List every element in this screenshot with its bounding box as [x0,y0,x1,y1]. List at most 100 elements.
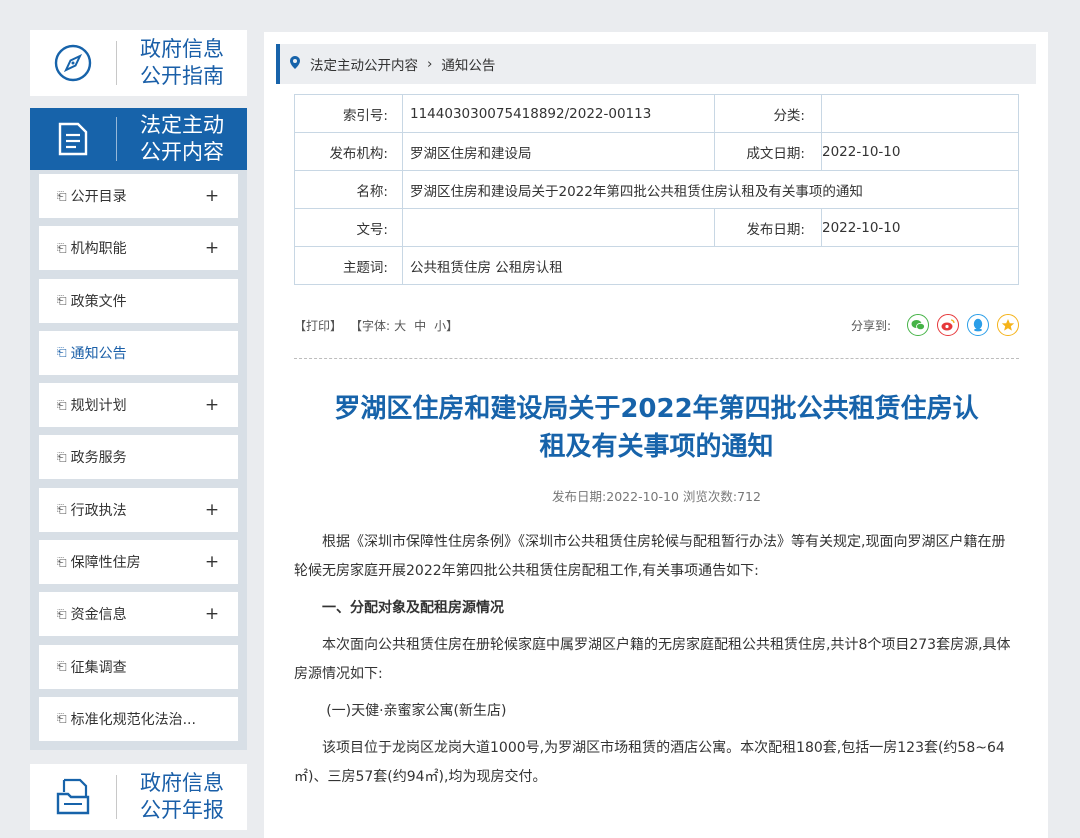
sidebar-item-housing[interactable]: ⎗ 保障性住房 + [39,540,238,585]
table-row: 索引号: 114403030075418892/2022-00113 分类: [294,94,1019,133]
sidebar-item-label: 规划计划 [70,398,127,415]
table-row: 名称: 罗湖区住房和建设局关于2022年第四批公共租赁住房认租及有关事项的通知 [294,170,1019,209]
print-link[interactable]: 【打印】 [294,317,342,334]
copy-doc-icon: ⎗ [57,606,67,621]
location-pin-icon [290,55,300,73]
expand-plus-icon[interactable]: + [204,186,220,206]
copy-doc-icon: ⎗ [57,188,67,203]
issuer-label: 发布机构: [294,132,403,171]
table-row: 主题词: 公共租赁住房 公租房认租 [294,246,1019,285]
guide-card[interactable]: 政府信息 公开指南 [30,30,247,96]
copy-doc-icon: ⎗ [57,397,67,412]
report-card[interactable]: 政府信息 公开年报 [30,764,247,831]
article-body: 根据《深圳市保障性住房条例》《深圳市公共租赁住房轮候与配租暂行办法》等有关规定,… [294,528,1019,800]
document-icon [30,121,116,157]
created-date-value: 2022-10-10 [821,132,1019,171]
name-label: 名称: [294,170,403,209]
breadcrumb-link-notices[interactable]: 通知公告 [441,54,495,74]
report-title: 政府信息 公开年报 [140,771,224,823]
font-small-button[interactable]: 小】 [434,317,458,334]
article-pubinfo: 发布日期:2022-10-10 浏览次数:712 [552,489,761,504]
article-title-line: 租及有关事项的通知 [539,432,774,462]
weibo-share-icon[interactable] [937,314,959,336]
expand-plus-icon[interactable]: + [204,604,220,624]
copy-doc-icon: ⎗ [57,554,67,569]
sidebar-menu: ⎗ 公开目录 + ⎗ 机构职能 + ⎗ 政策文件 ⎗ 通知公告 ⎗ 规划计划 + ⎗ 政务服务 ⎗ 行政执法 + ⎗… [30,170,247,751]
keywords-label: 主题词: [294,246,403,285]
wechat-share-icon[interactable] [907,314,929,336]
paragraph: 该项目位于龙岗区龙岗大道1000号,为罗湖区市场租赁的酒店公寓。本次配租180套… [294,740,1005,785]
keywords-value: 公共租赁住房 公租房认租 [402,246,1019,285]
published-date-label: 发布日期: [714,208,822,247]
sidebar-item-funds[interactable]: ⎗ 资金信息 + [39,592,238,637]
statutory-title: 法定主动 公开内容 [140,113,224,164]
breadcrumb-link-statutory[interactable]: 法定主动公开内容 [310,54,418,74]
sidebar-item-label: 政策文件 [70,293,127,310]
expand-plus-icon[interactable]: + [204,500,220,520]
sidebar-item-label: 政务服务 [70,450,127,467]
copy-doc-icon: ⎗ [57,240,67,255]
sidebar-item-services[interactable]: ⎗ 政务服务 [39,435,238,480]
share-label: 分享到: [850,318,891,333]
expand-plus-icon[interactable]: + [204,238,220,258]
published-date-value: 2022-10-10 [821,208,1019,247]
font-size-prefix: 【字体: [350,318,391,333]
copy-doc-icon: ⎗ [57,293,67,308]
sidebar-item-catalog[interactable]: ⎗ 公开目录 + [39,174,238,218]
font-medium-button[interactable]: 中 [414,317,426,334]
guide-title: 政府信息 公开指南 [140,37,224,88]
subsection-heading: (一)天健·亲蜜家公寓(新生店) [326,703,507,719]
expand-plus-icon[interactable]: + [204,395,220,415]
article-title-line: 罗湖区住房和建设局关于2022年第四批公共租赁住房认 [334,394,979,424]
section-heading: 一、分配对象及配租房源情况 [322,600,504,616]
compass-icon [30,43,116,83]
sidebar-item-standardization[interactable]: ⎗ 标准化规范化法治... [39,696,238,741]
sidebar-item-label: 保障性住房 [70,555,141,572]
name-value: 罗湖区住房和建设局关于2022年第四批公共租赁住房认租及有关事项的通知 [402,170,1019,209]
sidebar-item-label: 征集调查 [70,659,127,676]
breadcrumb-separator: › [427,56,433,72]
sidebar-item-label: 标准化规范化法治... [70,711,196,728]
sidebar-item-label: 资金信息 [70,607,127,624]
font-large-button[interactable]: 大 [394,317,406,334]
left-sidebar: 政府信息 公开指南 法定主动 公开内容 ⎗ 公开目录 + ⎗ 机构职能 + ⎗ 政策文件 ⎗ 通知公告… [30,30,247,831]
paragraph: 根据《深圳市保障性住房条例》《深圳市公共租赁住房轮候与配租暂行办法》等有关规定,… [294,534,1006,579]
qq-share-icon[interactable] [967,314,989,336]
main-content: 法定主动公开内容 › 通知公告 索引号: 114403030075418892/… [264,32,1048,838]
sidebar-item-notices[interactable]: ⎗ 通知公告 [39,330,238,375]
statutory-card[interactable]: 法定主动 公开内容 [30,108,247,170]
sidebar-item-enforcement[interactable]: ⎗ 行政执法 + [39,487,238,532]
breadcrumb: 法定主动公开内容 › 通知公告 [276,44,1036,84]
metadata-table: 索引号: 114403030075418892/2022-00113 分类: 发… [294,94,1019,285]
created-date-label: 成文日期: [714,132,822,171]
doc-number-value [402,208,715,247]
sidebar-item-label: 机构职能 [70,241,127,258]
article-title: 罗湖区住房和建设局关于2022年第四批公共租赁住房认 租及有关事项的通知 [294,390,1019,466]
sidebar-item-planning[interactable]: ⎗ 规划计划 + [39,383,238,428]
sidebar-item-policy[interactable]: ⎗ 政策文件 [39,278,238,323]
divider [294,358,1019,359]
doc-number-label: 文号: [294,208,403,247]
index-value: 114403030075418892/2022-00113 [402,94,715,133]
expand-plus-icon[interactable]: + [204,552,220,572]
category-label: 分类: [714,94,822,133]
sidebar-item-label: 公开目录 [70,189,127,205]
copy-doc-icon: ⎗ [57,659,67,674]
sidebar-item-survey[interactable]: ⎗ 征集调查 [39,644,238,689]
copy-doc-icon: ⎗ [57,449,67,464]
report-icon [30,778,116,816]
index-label: 索引号: [294,94,403,133]
copy-doc-icon: ⎗ [57,711,67,726]
table-row: 发布机构: 罗湖区住房和建设局 成文日期: 2022-10-10 [294,132,1019,171]
qzone-share-icon[interactable] [997,314,1019,336]
copy-doc-icon: ⎗ [57,502,67,517]
table-row: 文号: 发布日期: 2022-10-10 [294,208,1019,247]
sidebar-item-label: 通知公告 [70,345,127,362]
sidebar-item-label: 行政执法 [70,502,127,519]
category-value [821,94,1019,133]
article-toolbar: 【打印】 【字体: 大 中 小】 分享到: [294,314,1019,336]
issuer-value: 罗湖区住房和建设局 [402,132,715,171]
copy-doc-icon: ⎗ [57,345,67,360]
sidebar-item-functions[interactable]: ⎗ 机构职能 + [39,226,238,271]
paragraph: 本次面向公共租赁住房在册轮候家庭中属罗湖区户籍的无房家庭配租公共租赁住房,共计8… [294,637,1011,682]
